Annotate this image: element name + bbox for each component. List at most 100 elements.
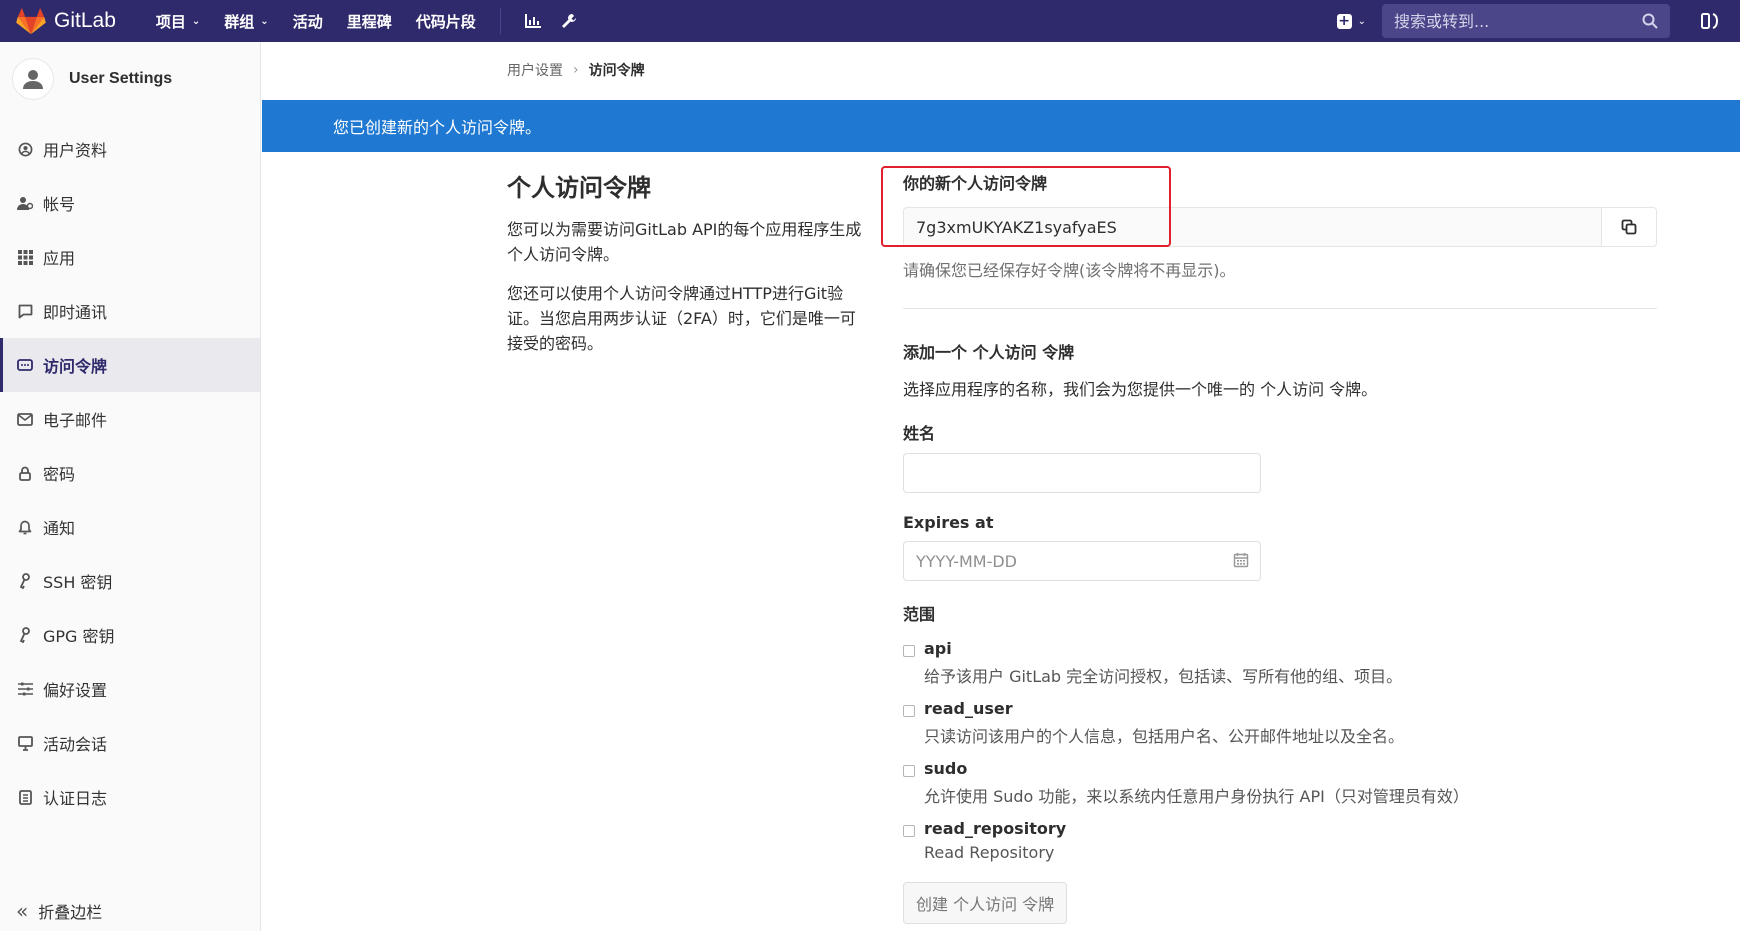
chevron-down-icon: ⌄ [191,15,201,27]
collapse-label: 折叠边栏 [38,903,103,922]
account-icon [16,194,34,212]
todos-icon[interactable] [1690,12,1730,30]
log-icon [16,788,34,806]
sidebar-item-label: 应用 [43,249,76,268]
page-title: 个人访问令牌 [507,174,651,202]
section-divider [903,308,1657,309]
settings-sidebar: User Settings 用户资料 帐号 应用 即时通讯 访问令牌 电子邮件 [0,42,261,931]
gitlab-logo[interactable]: GitLab [16,7,116,35]
mail-icon [16,410,34,428]
sidebar-item-label: 即时通讯 [43,303,108,322]
chevron-right-icon: › [573,62,579,78]
expires-date-picker[interactable] [903,541,1261,581]
breadcrumb-current[interactable]: 访问令牌 [589,60,645,80]
sidebar-item-label: 偏好设置 [43,681,108,700]
sidebar-item-preferences[interactable]: 偏好设置 [0,662,260,716]
search-icon[interactable] [1642,13,1658,29]
collapse-sidebar-button[interactable]: « 折叠边栏 [16,891,102,931]
sidebar-menu: 用户资料 帐号 应用 即时通讯 访问令牌 电子邮件 密码 通知 SSH 密钥 G… [0,122,260,824]
nav-projects-label: 项目 [155,12,186,31]
intro-paragraph-2: 您还可以使用个人访问令牌通过HTTP进行Git验证。当您启用两步认证（2FA）时… [507,284,856,353]
scope-description: 允许使用 Sudo 功能，来以系统内任意用户身份执行 API（只对管理员有效） [924,787,1469,806]
token-save-hint: 请确保您已经保存好令牌(该令牌将不再显示)。 [903,261,1236,280]
profile-icon [16,140,34,158]
scope-name[interactable]: read_user [924,699,1404,718]
sidebar-item-applications[interactable]: 应用 [0,230,260,284]
gitlab-tanuki-icon [16,7,46,35]
add-token-description: 选择应用程序的名称，我们会为您提供一个唯一的 个人访问 令牌。 [903,380,1378,399]
sidebar-item-label: 活动会话 [43,735,108,754]
sidebar-item-access-tokens[interactable]: 访问令牌 [0,338,260,392]
nav-milestones[interactable]: 里程碑 [347,11,392,32]
sidebar-item-emails[interactable]: 电子邮件 [0,392,260,446]
scope-sudo-checkbox[interactable] [903,765,915,777]
nav-milestones-label: 里程碑 [346,12,392,31]
avatar [12,58,54,100]
sidebar-item-label: 帐号 [43,195,76,214]
scope-read-user: read_user 只读访问该用户的个人信息，包括用户名、公开邮件地址以及全名。 [903,699,1657,747]
new-dropdown-button[interactable]: + ⌄ [1336,12,1366,29]
chevron-down-icon: ⌄ [1357,15,1366,27]
nav-right: + ⌄ [1336,0,1740,42]
sidebar-item-label: GPG 密钥 [43,627,115,646]
create-token-button[interactable]: 创建 个人访问 令牌 [903,882,1068,924]
intro-paragraph-1: 您可以为需要访问GitLab API的每个应用程序生成个人访问令牌。 [507,220,862,264]
nav-projects[interactable]: 项目 ⌄ [156,11,200,32]
copy-icon [1621,219,1637,235]
sidebar-item-auth-log[interactable]: 认证日志 [0,770,260,824]
scope-sudo: sudo 允许使用 Sudo 功能，来以系统内任意用户身份执行 API（只对管理… [903,759,1657,807]
flash-notice: 您已创建新的个人访问令牌。 [262,100,1740,152]
search-input[interactable] [1394,11,1642,31]
key-icon [16,626,34,644]
token-form-section: 你的新个人访问令牌 请确保您已经保存好令牌(该令牌将不再显示)。 添加一个 个人… [881,166,1657,924]
sidebar-item-chat[interactable]: 即时通讯 [0,284,260,338]
sidebar-header[interactable]: User Settings [0,42,260,116]
sidebar-item-label: 用户资料 [43,141,108,160]
monitor-icon [16,734,34,752]
search-box[interactable] [1382,4,1670,38]
sidebar-item-gpg-keys[interactable]: GPG 密钥 [0,608,260,662]
calendar-icon[interactable] [1233,552,1249,568]
user-icon [23,70,43,89]
sidebar-item-ssh-keys[interactable]: SSH 密钥 [0,554,260,608]
sidebar-item-profile[interactable]: 用户资料 [0,122,260,176]
name-label: 姓名 [903,424,936,443]
scope-read-user-checkbox[interactable] [903,705,915,717]
token-icon [16,356,34,374]
sidebar-item-label: 访问令牌 [43,357,108,376]
nav-snippets[interactable]: 代码片段 [416,11,476,32]
sidebar-item-label: SSH 密钥 [43,573,113,592]
sidebar-item-active-sessions[interactable]: 活动会话 [0,716,260,770]
applications-icon [16,248,34,266]
scope-name[interactable]: read_repository [924,819,1066,838]
nav-activity[interactable]: 活动 [293,11,323,32]
lock-icon [16,464,34,482]
flash-message: 您已创建新的个人访问令牌。 [333,118,542,137]
scope-read-repository: read_repository Read Repository [903,819,1657,862]
scope-description: 只读访问该用户的个人信息，包括用户名、公开邮件地址以及全名。 [924,727,1405,746]
sidebar-item-password[interactable]: 密码 [0,446,260,500]
scope-name[interactable]: sudo [924,759,1469,778]
copy-token-button[interactable] [1602,207,1657,247]
sidebar-item-account[interactable]: 帐号 [0,176,260,230]
top-navbar: GitLab 项目 ⌄ 群组 ⌄ 活动 里程碑 代码片段 + ⌄ [0,0,1740,42]
sidebar-item-notifications[interactable]: 通知 [0,500,260,554]
key-icon [16,572,34,590]
expires-at-input[interactable] [903,541,1261,581]
plus-square-icon: + [1336,12,1352,29]
sidebar-item-label: 电子邮件 [43,411,108,430]
nav-groups[interactable]: 群组 ⌄ [224,11,268,32]
scope-description: Read Repository [924,843,1055,862]
scope-api-checkbox[interactable] [903,645,915,657]
new-token-field[interactable] [903,207,1602,247]
sidebar-item-label: 通知 [43,519,76,538]
token-name-input[interactable] [903,453,1261,493]
expires-label: Expires at [903,513,994,532]
sidebar-item-label: 认证日志 [43,789,108,808]
double-chevron-left-icon: « [16,899,29,923]
scope-name[interactable]: api [924,639,1402,658]
breadcrumb-user-settings[interactable]: 用户设置 [507,60,563,80]
wrench-icon[interactable] [551,3,587,39]
chart-icon[interactable] [515,3,551,39]
scope-read-repository-checkbox[interactable] [903,825,915,837]
